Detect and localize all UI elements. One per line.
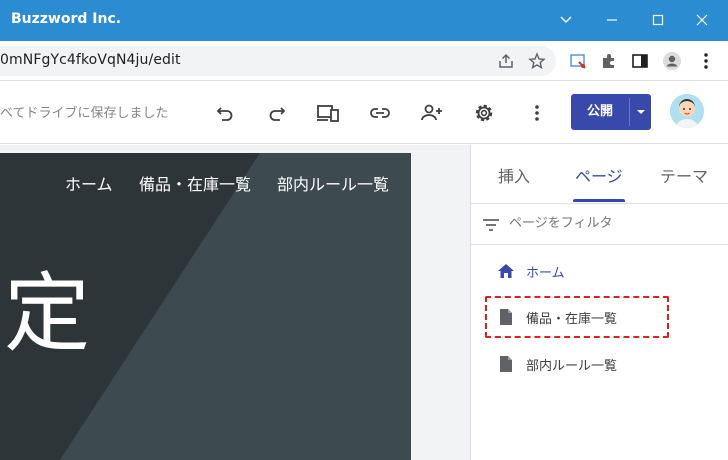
url-text[interactable]: 0mNFgYc4fkoVqN4ju/edit bbox=[0, 52, 181, 68]
settings-gear-icon[interactable] bbox=[472, 101, 496, 125]
minimize-button[interactable] bbox=[598, 6, 626, 34]
page-item-home[interactable]: ホーム bbox=[489, 253, 709, 289]
browser-menu-icon[interactable] bbox=[696, 51, 716, 71]
save-status: べてドライブに保存しました bbox=[0, 106, 169, 121]
screenshot-extension-icon[interactable] bbox=[568, 51, 588, 71]
tab-insert[interactable]: 挿入 bbox=[498, 163, 530, 187]
redo-icon[interactable] bbox=[265, 101, 289, 125]
side-panel-icon[interactable] bbox=[630, 51, 650, 71]
page-item-label: 部内ルール一覧 bbox=[526, 359, 618, 374]
site-nav-inventory[interactable]: 備品・在庫一覧 bbox=[139, 171, 251, 195]
link-icon[interactable] bbox=[368, 101, 392, 125]
tab-pages[interactable]: ページ bbox=[575, 163, 623, 187]
filter-icon bbox=[481, 215, 501, 235]
home-icon bbox=[497, 261, 515, 281]
site-title-fragment: 定 bbox=[4, 264, 90, 364]
panel-divider bbox=[471, 203, 728, 204]
undo-icon[interactable] bbox=[213, 101, 237, 125]
browser-toolbar: 0mNFgYc4fkoVqN4ju/edit bbox=[0, 41, 728, 81]
avatar[interactable] bbox=[670, 94, 704, 128]
active-tab-indicator bbox=[573, 199, 625, 202]
highlight-box bbox=[485, 296, 669, 338]
share-icon[interactable] bbox=[496, 51, 516, 71]
site-nav-home[interactable]: ホーム bbox=[65, 171, 113, 195]
tab-themes[interactable]: テーマ bbox=[660, 163, 708, 187]
maximize-button[interactable] bbox=[644, 6, 672, 34]
more-options-icon[interactable] bbox=[525, 101, 549, 125]
page-item-rules[interactable]: 部内ルール一覧 bbox=[489, 346, 709, 382]
window-title: Buzzword Inc. bbox=[11, 11, 122, 27]
address-bar[interactable]: 0mNFgYc4fkoVqN4ju/edit bbox=[0, 46, 556, 76]
preview-devices-icon[interactable] bbox=[316, 101, 340, 125]
site-header-preview[interactable]: ホーム 備品・在庫一覧 部内ルール一覧 定 bbox=[0, 153, 411, 460]
page-filter-input[interactable] bbox=[509, 216, 709, 231]
extensions-puzzle-icon[interactable] bbox=[599, 51, 619, 71]
filter-divider bbox=[471, 244, 728, 245]
site-nav-rules[interactable]: 部内ルール一覧 bbox=[277, 171, 389, 195]
publish-dropdown-icon[interactable] bbox=[630, 94, 651, 130]
chevron-down-icon[interactable] bbox=[552, 6, 580, 34]
page-item-label: ホーム bbox=[526, 266, 565, 281]
add-person-icon[interactable] bbox=[420, 101, 444, 125]
sites-editor-toolbar: べてドライブに保存しました 公開 bbox=[0, 82, 728, 144]
publish-button[interactable]: 公開 bbox=[571, 94, 651, 130]
window-titlebar: Buzzword Inc. bbox=[0, 0, 728, 41]
editor-canvas: ホーム 備品・在庫一覧 部内ルール一覧 定 bbox=[0, 145, 470, 460]
close-button[interactable] bbox=[688, 6, 716, 34]
publish-label[interactable]: 公開 bbox=[571, 94, 629, 130]
profile-icon[interactable] bbox=[662, 51, 682, 71]
page-icon bbox=[497, 354, 515, 374]
star-icon[interactable] bbox=[527, 51, 547, 71]
